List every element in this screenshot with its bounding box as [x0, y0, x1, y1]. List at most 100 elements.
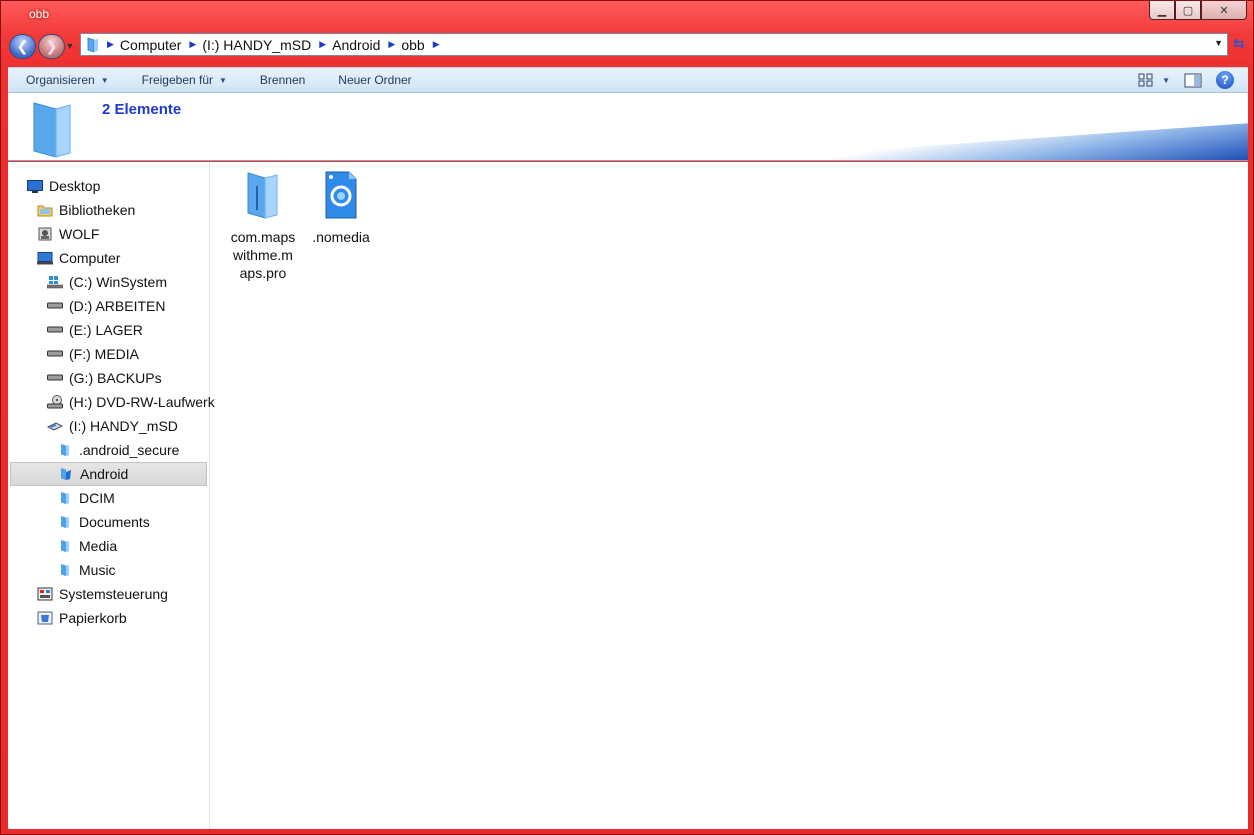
- arrow-right-icon: ❯: [45, 37, 58, 54]
- computer-icon: [37, 251, 53, 265]
- tree-item-drive-h[interactable]: (H:) DVD-RW-Laufwerk: [8, 390, 215, 414]
- file-name-line: .nomedia: [312, 229, 370, 245]
- folder-icon: [87, 36, 98, 53]
- file-list[interactable]: com.maps withme.m aps.pro .nomedia: [211, 162, 1248, 829]
- navigation-pane[interactable]: Desktop Bibliotheken WOLF Computer (C:) …: [8, 162, 215, 829]
- removable-drive-icon: [47, 419, 63, 433]
- folder-open-icon: [58, 467, 74, 481]
- tree-item-drive-c[interactable]: (C:) WinSystem: [8, 270, 209, 294]
- folder-icon: [57, 563, 73, 577]
- tree-item-music[interactable]: Music: [8, 558, 209, 582]
- tree-label: (D:) ARBEITEN: [69, 298, 166, 314]
- breadcrumb-separator-icon[interactable]: ▶: [319, 39, 326, 50]
- tree-item-drive-g[interactable]: (G:) BACKUPs: [8, 366, 209, 390]
- hard-drive-icon: [47, 371, 63, 385]
- maximize-button[interactable]: ▢: [1175, 1, 1201, 20]
- explorer-window: obb ▁ ▢ ✕ ❮ ❯ ▼ ▶ Computer ▶ (I:) HANDY_…: [0, 0, 1254, 835]
- tree-item-computer[interactable]: Computer: [8, 246, 209, 270]
- recent-pages-dropdown[interactable]: ▼: [65, 41, 75, 51]
- tree-item-recycle-bin[interactable]: Papierkorb: [8, 606, 209, 630]
- tree-label: Music: [79, 562, 116, 578]
- share-label: Freigeben für: [141, 73, 213, 87]
- libraries-icon: [37, 203, 53, 217]
- maximize-icon: ▢: [1182, 4, 1194, 17]
- chevron-down-icon: ▼: [65, 41, 75, 51]
- tree-label: Documents: [79, 514, 150, 530]
- minimize-button[interactable]: ▁: [1149, 1, 1175, 20]
- control-panel-icon: [37, 587, 53, 601]
- file-name-line: com.maps: [230, 229, 296, 245]
- refresh-button[interactable]: ⇆: [1233, 35, 1251, 55]
- tree-item-android-secure[interactable]: .android_secure: [8, 438, 209, 462]
- address-bar[interactable]: ▶ Computer ▶ (I:) HANDY_mSD ▶ Android ▶ …: [80, 33, 1228, 56]
- tree-label: (E:) LAGER: [69, 322, 143, 338]
- tree-item-android[interactable]: Android: [10, 462, 207, 486]
- window-title: obb: [29, 7, 50, 21]
- system-drive-icon: [47, 275, 63, 289]
- tree-item-libraries[interactable]: Bibliotheken: [8, 198, 209, 222]
- tree-label: Computer: [59, 250, 121, 266]
- refresh-icon: ⇆: [1233, 35, 1245, 51]
- share-button[interactable]: Freigeben für ▼: [124, 73, 242, 87]
- tree-item-desktop[interactable]: Desktop: [8, 174, 209, 198]
- hard-drive-icon: [47, 323, 63, 337]
- folder-icon: [57, 491, 73, 505]
- tree-item-control-panel[interactable]: Systemsteuerung: [8, 582, 209, 606]
- hard-drive-icon: [47, 347, 63, 361]
- breadcrumb-separator-icon[interactable]: ▶: [107, 39, 114, 50]
- tree-item-drive-i[interactable]: (I:) HANDY_mSD: [8, 414, 209, 438]
- tree-item-dcim[interactable]: DCIM: [8, 486, 209, 510]
- new-folder-button[interactable]: Neuer Ordner: [320, 73, 426, 87]
- breadcrumb-android[interactable]: Android: [332, 37, 380, 53]
- file-item-folder[interactable]: com.maps withme.m aps.pro: [225, 170, 301, 282]
- tree-item-media[interactable]: Media: [8, 534, 209, 558]
- tree-label: Media: [79, 538, 118, 554]
- tree-item-drive-e[interactable]: (E:) LAGER: [8, 318, 209, 342]
- organize-label: Organisieren: [26, 73, 95, 87]
- tree-label: (C:) WinSystem: [69, 274, 167, 290]
- content-area: Desktop Bibliotheken WOLF Computer (C:) …: [8, 162, 1248, 829]
- dvd-drive-icon: [47, 395, 63, 409]
- tree-item-drive-f[interactable]: (F:) MEDIA: [8, 342, 209, 366]
- breadcrumb-separator-icon[interactable]: ▶: [388, 39, 395, 50]
- breadcrumb-separator-icon[interactable]: ▶: [433, 39, 440, 50]
- back-button[interactable]: ❮: [9, 33, 36, 59]
- user-folder-icon: [37, 227, 53, 241]
- tree-label: WOLF: [59, 226, 100, 242]
- address-dropdown-icon[interactable]: ▼: [1214, 38, 1223, 48]
- tree-label: (G:) BACKUPs: [69, 370, 162, 386]
- breadcrumb-separator-icon[interactable]: ▶: [189, 39, 196, 50]
- tree-label: (F:) MEDIA: [69, 346, 139, 362]
- file-item-nomedia[interactable]: .nomedia: [303, 170, 379, 246]
- view-options-icon[interactable]: [1138, 73, 1154, 87]
- help-icon[interactable]: ?: [1216, 71, 1234, 89]
- folder-icon: [57, 443, 73, 457]
- breadcrumb-drive-i[interactable]: (I:) HANDY_mSD: [202, 37, 311, 53]
- tree-label: (H:) DVD-RW-Laufwerk: [69, 394, 215, 410]
- tree-label: Systemsteuerung: [59, 586, 168, 602]
- close-button[interactable]: ✕: [1201, 1, 1247, 20]
- preview-pane-icon[interactable]: [1184, 73, 1202, 88]
- tree-item-user[interactable]: WOLF: [8, 222, 209, 246]
- system-file-icon: [303, 170, 379, 226]
- organize-button[interactable]: Organisieren ▼: [8, 73, 124, 87]
- breadcrumb-computer[interactable]: Computer: [120, 37, 181, 53]
- toolbar-right: ▼ ?: [1124, 71, 1234, 89]
- tree-label: Android: [80, 466, 129, 482]
- burn-button[interactable]: Brennen: [242, 73, 320, 87]
- minimize-icon: ▁: [1157, 4, 1167, 17]
- arrow-left-icon: ❮: [16, 37, 29, 54]
- tree-label: Desktop: [49, 178, 101, 194]
- recycle-bin-icon: [37, 611, 53, 625]
- title-bar[interactable]: obb ▁ ▢ ✕: [1, 1, 1253, 31]
- item-count: 2 Elemente: [102, 101, 182, 118]
- folder-icon: [225, 170, 301, 226]
- breadcrumb-obb[interactable]: obb: [401, 37, 424, 53]
- tree-label: (I:) HANDY_mSD: [69, 418, 178, 434]
- decorative-swoosh: [728, 123, 1248, 160]
- forward-button[interactable]: ❯: [38, 33, 65, 59]
- tree-item-documents[interactable]: Documents: [8, 510, 209, 534]
- file-name-line: withme.m: [233, 247, 293, 263]
- tree-item-drive-d[interactable]: (D:) ARBEITEN: [8, 294, 209, 318]
- view-dropdown-icon[interactable]: ▼: [1162, 76, 1170, 85]
